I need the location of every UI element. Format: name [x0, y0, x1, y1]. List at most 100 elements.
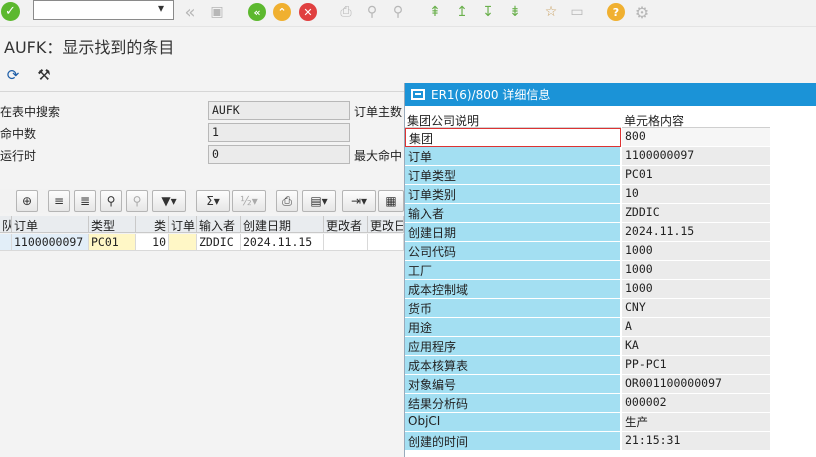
- detail-field-label[interactable]: 对象编号: [405, 375, 621, 394]
- hit-count-value: 1: [208, 123, 350, 142]
- refresh-icon[interactable]: ⟳: [3, 65, 23, 85]
- detail-row: 创建日期 2024.11.15: [405, 223, 816, 242]
- detail-row: 货币 CNY: [405, 299, 816, 318]
- detail-field-value[interactable]: 1000: [622, 242, 770, 261]
- detail-row: 公司代码 1000: [405, 242, 816, 261]
- find-icon[interactable]: ⚲: [362, 2, 382, 22]
- detail-field-label[interactable]: 货币: [405, 299, 621, 318]
- detail-field-value[interactable]: 10: [622, 185, 770, 204]
- detail-field-label[interactable]: ObjCI: [405, 413, 621, 432]
- grid-header-cell[interactable]: 更改者: [324, 216, 368, 233]
- search-table-value: AUFK: [208, 101, 350, 120]
- layout-icon[interactable]: ▦: [378, 190, 404, 212]
- find-icon[interactable]: ⚲: [100, 190, 122, 212]
- help-icon[interactable]: ?: [607, 3, 625, 21]
- grid-cell-order[interactable]: 1100000097: [12, 234, 89, 251]
- grid-cell[interactable]: [324, 234, 368, 251]
- detail-field-label[interactable]: 集团: [405, 128, 621, 147]
- detail-field-label[interactable]: 用途: [405, 318, 621, 337]
- grid-header-cell[interactable]: 更改日: [368, 216, 404, 233]
- new-session-icon[interactable]: ☆: [541, 2, 561, 22]
- detail-row: 创建的时间 21:15:31: [405, 432, 816, 451]
- detail-field-value[interactable]: OR001100000097: [622, 375, 770, 394]
- detail-field-label[interactable]: 订单: [405, 147, 621, 166]
- grid-cell-entered-by[interactable]: ZDDIC: [197, 234, 241, 251]
- detail-field-value[interactable]: KA: [622, 337, 770, 356]
- grid-header-cell[interactable]: 输入者: [197, 216, 241, 233]
- grid-header-cell[interactable]: 类型: [89, 216, 136, 233]
- detail-field-value[interactable]: 2024.11.15: [622, 223, 770, 242]
- grid-cell-category[interactable]: 10: [136, 234, 169, 251]
- max-hits-label: 最大命中: [354, 149, 403, 163]
- back-icon[interactable]: «: [180, 2, 200, 23]
- detail-field-value[interactable]: 生产: [622, 413, 770, 432]
- detail-field-label[interactable]: 订单类别: [405, 185, 621, 204]
- shortcut-icon[interactable]: ▭: [567, 2, 587, 22]
- detail-field-value[interactable]: 1000: [622, 261, 770, 280]
- grid-header-cell[interactable]: 订单: [169, 216, 197, 233]
- detail-field-label[interactable]: 结果分析码: [405, 394, 621, 413]
- enter-icon[interactable]: ✓: [1, 2, 20, 21]
- detail-field-label[interactable]: 成本控制域: [405, 280, 621, 299]
- detail-popup: ER1(6)/800 详细信息 集团公司说明 单元格内容 集团 800 订单 1100…: [404, 83, 816, 457]
- find-next-icon[interactable]: ⚲: [126, 190, 148, 212]
- detail-field-label[interactable]: 创建日期: [405, 223, 621, 242]
- grid-header-cell[interactable]: 类: [136, 216, 169, 233]
- find-next-icon[interactable]: ⚲: [388, 2, 408, 22]
- detail-field-label[interactable]: 公司代码: [405, 242, 621, 261]
- detail-row: 订单类型 PC01: [405, 166, 816, 185]
- hit-count-label: 命中数: [0, 127, 37, 141]
- filter-icon[interactable]: ▼▾: [152, 190, 186, 212]
- grid-header-cell[interactable]: 订单: [12, 216, 89, 233]
- grid-cell[interactable]: [169, 234, 197, 251]
- sort-desc-icon[interactable]: ≣: [74, 190, 96, 212]
- detail-field-label[interactable]: 工厂: [405, 261, 621, 280]
- back-nav-icon[interactable]: «: [248, 3, 266, 21]
- settings-icon[interactable]: ⚙: [632, 2, 652, 22]
- detail-field-label[interactable]: 创建的时间: [405, 432, 621, 451]
- views-icon[interactable]: ▤▾: [302, 190, 336, 212]
- detail-field-value[interactable]: PC01: [622, 166, 770, 185]
- export-icon[interactable]: ⇥▾: [342, 190, 376, 212]
- grid-header-cell[interactable]: 创建日期: [241, 216, 324, 233]
- detail-field-value[interactable]: CNY: [622, 299, 770, 318]
- prev-page-icon[interactable]: ↥: [452, 2, 472, 22]
- detail-field-value[interactable]: ZDDIC: [622, 204, 770, 223]
- next-page-icon[interactable]: ↧: [478, 2, 498, 22]
- details-icon[interactable]: ⊕: [16, 190, 38, 212]
- detail-field-value[interactable]: 1100000097: [622, 147, 770, 166]
- grid-cell-created-on[interactable]: 2024.11.15: [241, 234, 324, 251]
- search-table-label: 在表中搜索: [0, 105, 61, 119]
- print-icon[interactable]: ⎙: [276, 190, 298, 212]
- cancel-icon[interactable]: ✕: [299, 3, 317, 21]
- save-icon[interactable]: ▣: [207, 2, 227, 22]
- exit-icon[interactable]: ⌃: [273, 3, 291, 21]
- detail-field-value[interactable]: 800: [622, 128, 770, 147]
- detail-row: 结果分析码 000002: [405, 394, 816, 413]
- detail-field-value[interactable]: 21:15:31: [622, 432, 770, 451]
- subtotal-icon[interactable]: ½▾: [232, 190, 266, 212]
- popup-title-bar[interactable]: ER1(6)/800 详细信息: [405, 83, 816, 106]
- detail-field-label[interactable]: 订单类型: [405, 166, 621, 185]
- grid-header-cell[interactable]: 队: [0, 216, 12, 233]
- grid-cell[interactable]: [368, 234, 404, 251]
- first-page-icon[interactable]: ⇞: [425, 2, 445, 22]
- grid-cell-type[interactable]: PC01: [89, 234, 136, 251]
- tools-icon[interactable]: ⚒: [34, 65, 54, 85]
- sum-icon[interactable]: Σ▾: [196, 190, 230, 212]
- order-master-label: 订单主数: [354, 105, 403, 119]
- chevron-down-icon[interactable]: ▾: [158, 1, 164, 15]
- last-page-icon[interactable]: ⇟: [505, 2, 525, 22]
- sort-asc-icon[interactable]: ≡: [48, 190, 70, 212]
- detail-field-value[interactable]: 000002: [622, 394, 770, 413]
- detail-field-label[interactable]: 应用程序: [405, 337, 621, 356]
- detail-field-value[interactable]: PP-PC1: [622, 356, 770, 375]
- detail-field-value[interactable]: A: [622, 318, 770, 337]
- detail-field-label[interactable]: 输入者: [405, 204, 621, 223]
- detail-field-value[interactable]: 1000: [622, 280, 770, 299]
- detail-row: 成本核算表 PP-PC1: [405, 356, 816, 375]
- command-field[interactable]: [33, 0, 174, 20]
- detail-field-label[interactable]: 成本核算表: [405, 356, 621, 375]
- print-icon[interactable]: ⎙: [336, 2, 356, 22]
- grid-cell[interactable]: [0, 234, 12, 251]
